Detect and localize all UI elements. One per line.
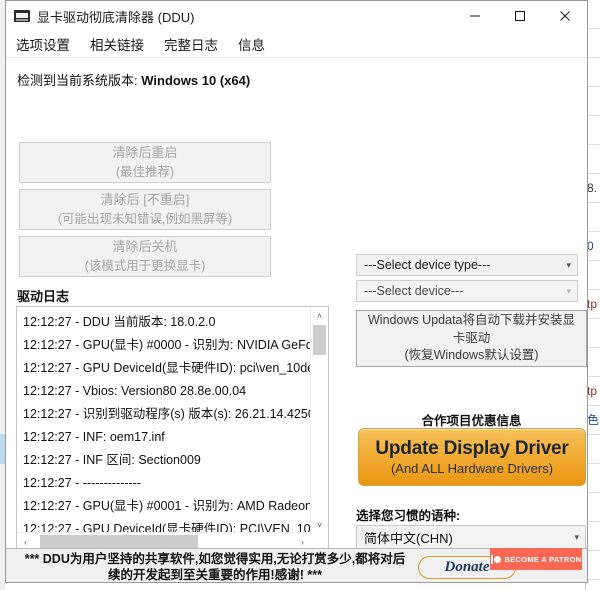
system-version-prefix: 检测到当前系统版本: — [17, 73, 142, 88]
donate-message-line2: 续的开发起到至关重要的作用!感谢! *** — [108, 568, 322, 582]
clean-shutdown-label: 清除后关机 — [112, 239, 178, 255]
language-select[interactable]: 简体中文(CHN) ▾ — [356, 525, 586, 549]
background-row — [586, 116, 600, 145]
log-line: 12:12:27 - INF: oem17.inf — [23, 430, 165, 444]
window-title: 显卡驱动彻底清除器 (DDU) — [37, 9, 195, 25]
background-row — [586, 348, 600, 377]
log-line: 12:12:27 - GPU(显卡) #0000 - 识别为: NVIDIA G… — [23, 338, 311, 352]
patreon-logo-icon — [490, 554, 501, 564]
background-row — [586, 435, 600, 464]
maximize-icon[interactable] — [497, 1, 542, 31]
system-version-value: Windows 10 (x64) — [141, 73, 251, 88]
scroll-down-icon[interactable]: ˅ — [311, 516, 328, 533]
log-vertical-scrollbar[interactable]: ˄ ˅ — [310, 307, 328, 533]
vertical-scroll-thumb[interactable] — [313, 325, 326, 355]
windows-update-line2: 卡驱动 — [452, 330, 491, 345]
windows-update-line3: (恢复Windows默认设置) — [404, 348, 539, 363]
chevron-down-icon: ▾ — [566, 259, 571, 270]
clean-and-restart-button[interactable]: 清除后重启 (最佳推荐) — [19, 142, 271, 183]
menu-bar: 选项设置 相关链接 完整日志 信息 — [6, 31, 587, 58]
log-line: 12:12:27 - DDU 当前版本: 18.0.2.0 — [23, 315, 216, 329]
become-a-patron-button[interactable]: BECOME A PATRON — [490, 548, 582, 570]
content-pane: 检测到当前系统版本: Windows 10 (x64) 清除后重启 (最佳推荐)… — [6, 58, 587, 577]
system-version-text: 检测到当前系统版本: Windows 10 (x64) — [17, 70, 250, 89]
background-row — [586, 0, 600, 29]
clean-restart-label: 清除后重启 — [112, 145, 178, 161]
background-row — [586, 203, 600, 232]
device-type-select-value: ---Select device type--- — [364, 258, 491, 272]
log-line: 12:12:27 - Vbios: Version80 28.8e.00.04 — [23, 384, 247, 398]
scroll-up-icon[interactable]: ˄ — [311, 307, 328, 324]
clean-no-restart-button[interactable]: 清除后 [不重启] (可能出现未知错误,例如黑屏等) — [19, 189, 271, 230]
language-label: 选择您习惯的语种: — [356, 509, 461, 523]
background-row: tp — [586, 377, 600, 406]
clean-and-shutdown-button[interactable]: 清除后关机 (该模式用于更换显卡) — [19, 236, 271, 277]
patron-button-label: BECOME A PATRON — [504, 554, 582, 564]
menu-item-links[interactable]: 相关链接 — [90, 34, 144, 54]
chevron-down-icon: ▾ — [574, 531, 579, 542]
promo-title: 合作项目优惠信息 — [421, 414, 522, 428]
windows-update-line1: Windows Updata将自动下载并安装显 — [368, 312, 575, 327]
background-row: 8. — [586, 174, 600, 203]
log-line: 12:12:27 - GPU DeviceId(显卡硬件ID): PCI\VEN… — [23, 522, 311, 533]
window-controls — [452, 1, 587, 31]
background-row — [586, 464, 600, 493]
device-select-value: ---Select device--- — [364, 284, 464, 298]
log-line: 12:12:27 - INF 区间: Section009 — [23, 453, 201, 467]
donate-message: *** DDU为用户坚持的共享软件,如您觉得实用,无论打赏多少,都将对后 续的开… — [20, 551, 410, 582]
clean-no-restart-label: 清除后 [不重启] — [100, 192, 190, 208]
background-row — [586, 493, 600, 522]
update-driver-headline: Update Display Driver — [375, 438, 569, 459]
background-row — [586, 29, 600, 58]
windows-update-driver-button[interactable]: Windows Updata将自动下载并安装显 卡驱动 (恢复Windows默认… — [356, 310, 587, 367]
log-line: 12:12:27 - GPU(显卡) #0001 - 识别为: AMD Rade… — [23, 499, 311, 513]
chevron-down-icon: ▾ — [566, 285, 571, 296]
driver-log-lines: 12:12:27 - DDU 当前版本: 18.0.2.0 12:12:27 -… — [17, 307, 311, 533]
log-line: 12:12:27 - -------------- — [23, 476, 142, 490]
log-line: 12:12:27 - 识别到驱动程序(s) 版本(s): 26.21.14.42… — [23, 407, 311, 421]
background-row — [586, 522, 600, 551]
ddu-main-window: 显卡驱动彻底清除器 (DDU) 选项设置 相关链接 完整日志 信息 检测到当前系… — [5, 0, 588, 583]
background-row — [586, 58, 600, 87]
donate-message-line1: *** DDU为用户坚持的共享软件,如您觉得实用,无论打赏多少,都将对后 — [24, 552, 406, 566]
background-row — [586, 87, 600, 116]
driver-log-box[interactable]: 12:12:27 - DDU 当前版本: 18.0.2.0 12:12:27 -… — [16, 306, 329, 551]
donate-button-label: Donate — [444, 559, 490, 575]
clean-no-restart-sublabel: (可能出现未知错误,例如黑屏等) — [57, 211, 233, 226]
title-bar: 显卡驱动彻底清除器 (DDU) — [6, 1, 587, 31]
driver-log-label: 驱动日志 — [17, 289, 70, 304]
clean-shutdown-sublabel: (该模式用于更换显卡) — [84, 258, 206, 273]
language-select-value: 简体中文(CHN) — [364, 530, 453, 546]
clean-restart-sublabel: (最佳推荐) — [115, 164, 175, 179]
menu-item-options[interactable]: 选项设置 — [16, 34, 70, 54]
menu-item-full-log[interactable]: 完整日志 — [164, 34, 218, 54]
gpu-card-icon — [14, 8, 30, 24]
update-display-driver-button[interactable]: Update Display Driver (And ALL Hardware … — [358, 428, 586, 486]
update-driver-subline: (And ALL Hardware Drivers) — [390, 461, 554, 476]
background-row — [586, 261, 600, 290]
background-row: 色 — [586, 406, 600, 435]
device-type-select[interactable]: ---Select device type--- ▾ — [356, 254, 578, 276]
background-row — [586, 580, 600, 590]
background-row — [586, 145, 600, 174]
client-area: 检测到当前系统版本: Windows 10 (x64) 清除后重启 (最佳推荐)… — [6, 58, 587, 582]
menu-item-info[interactable]: 信息 — [238, 34, 265, 54]
device-select[interactable]: ---Select device--- ▾ — [356, 280, 578, 302]
background-row: 0 — [586, 232, 600, 261]
background-row — [586, 319, 600, 348]
log-line: 12:12:27 - GPU DeviceId(显卡硬件ID): pci\ven… — [23, 361, 311, 375]
minimize-icon[interactable] — [452, 1, 497, 31]
background-row — [586, 551, 600, 580]
background-row: tp — [586, 290, 600, 319]
horizontal-scroll-thumb[interactable] — [40, 535, 198, 548]
close-icon[interactable] — [542, 1, 587, 31]
